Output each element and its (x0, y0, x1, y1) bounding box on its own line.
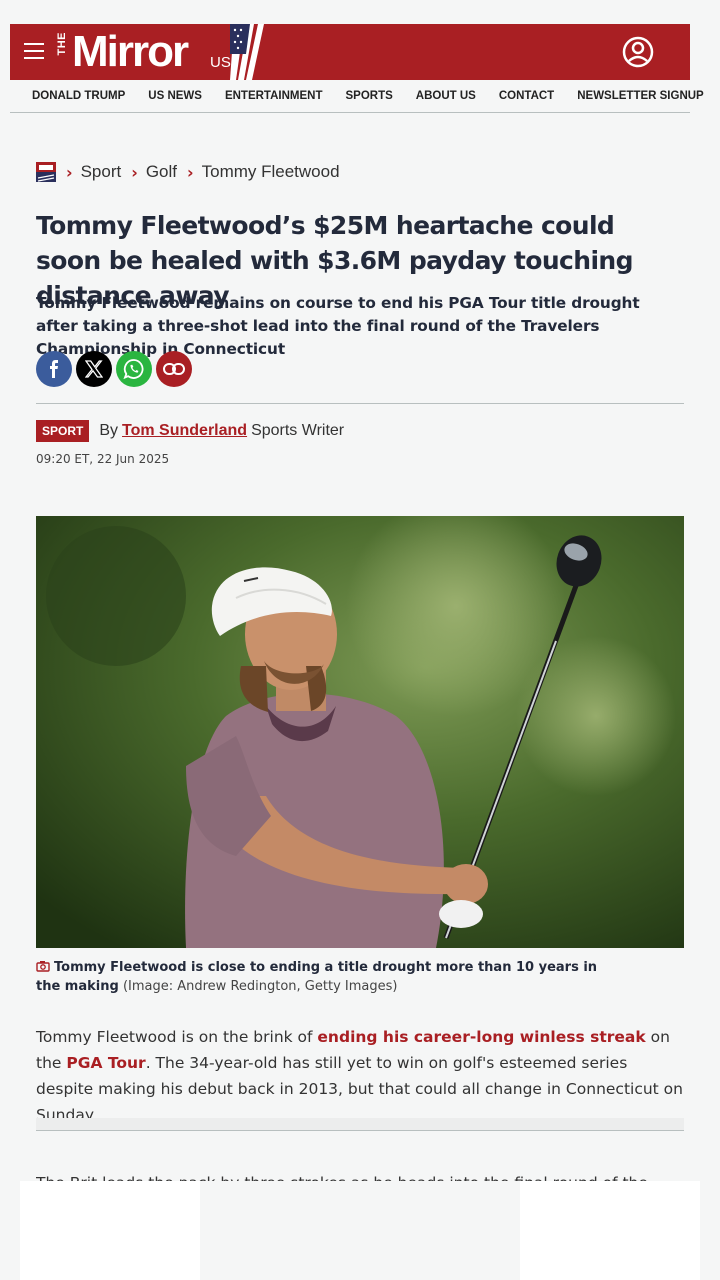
article-timestamp: 09:20 ET, 22 Jun 2025 (36, 452, 170, 466)
bottom-ad-right (520, 1181, 700, 1280)
article-paragraph: Tommy Fleetwood is on the brink of endin… (36, 1024, 686, 1128)
byline-by: By (99, 422, 119, 439)
hero-photo[interactable] (36, 516, 684, 948)
menu-button[interactable] (24, 43, 44, 59)
share-facebook-button[interactable] (36, 351, 72, 387)
main-nav: DONALD TRUMP US NEWS ENTERTAINMENT SPORT… (10, 80, 704, 113)
logo-edition: US (210, 54, 231, 71)
inline-link-winless-streak[interactable]: ending his career-long winless streak (317, 1028, 645, 1046)
breadcrumb: › Sport › Golf › Tommy Fleetwood (36, 160, 350, 184)
facebook-icon (50, 360, 58, 378)
whatsapp-icon (123, 359, 144, 380)
chevron-right-icon: › (131, 162, 138, 182)
flag-stripes-icon (230, 24, 264, 80)
home-logo-icon[interactable] (36, 162, 56, 182)
nav-item-us-news[interactable]: US NEWS (148, 90, 202, 102)
user-account-icon (622, 36, 654, 68)
breadcrumb-sport[interactable]: Sport (81, 162, 122, 182)
header-bar: THE Mirror US (10, 24, 690, 80)
nav-item-sports[interactable]: SPORTS (345, 90, 392, 102)
logo-name: Mirror (72, 27, 189, 76)
share-bar (36, 351, 196, 387)
author-link[interactable]: Tom Sunderland (122, 422, 247, 440)
para-text: Tommy Fleetwood is on the brink of (36, 1028, 318, 1046)
nav-item-about-us[interactable]: ABOUT US (416, 90, 476, 102)
share-whatsapp-button[interactable] (116, 351, 152, 387)
share-link-button[interactable] (156, 351, 192, 387)
nav-item-contact[interactable]: CONTACT (499, 90, 554, 102)
camera-icon (36, 961, 50, 972)
hamburger-icon (24, 43, 44, 45)
section-badge[interactable]: SPORT (36, 420, 90, 442)
breadcrumb-golf[interactable]: Golf (146, 162, 177, 182)
nav-item-entertainment[interactable]: ENTERTAINMENT (225, 90, 323, 102)
chevron-right-icon: › (66, 162, 73, 182)
golfer-photo-illustration (36, 516, 684, 948)
nav-item-donald-trump[interactable]: DONALD TRUMP (32, 90, 125, 102)
site-logo[interactable]: THE Mirror US (56, 24, 266, 80)
caption-credit: (Image: Andrew Redington, Getty Images) (122, 979, 398, 994)
byline: SPORT By Tom Sunderland Sports Writer (36, 420, 344, 442)
link-icon (163, 363, 185, 375)
nav-item-newsletter-signup[interactable]: NEWSLETTER SIGNUP (577, 90, 704, 102)
divider (36, 403, 684, 404)
share-x-button[interactable] (76, 351, 112, 387)
author-role: Sports Writer (251, 422, 345, 439)
photo-caption: Tommy Fleetwood is close to ending a tit… (36, 958, 616, 996)
x-icon (85, 360, 103, 378)
chevron-right-icon: › (187, 162, 194, 182)
ad-slot-divider (36, 1118, 684, 1131)
bottom-ad-middle (200, 1181, 520, 1280)
account-button[interactable] (622, 36, 654, 68)
logo-the: THE (56, 32, 68, 56)
inline-link-pga-tour[interactable]: PGA Tour (66, 1054, 145, 1072)
bottom-ad-left (20, 1181, 200, 1280)
breadcrumb-tommy-fleetwood[interactable]: Tommy Fleetwood (202, 162, 340, 182)
